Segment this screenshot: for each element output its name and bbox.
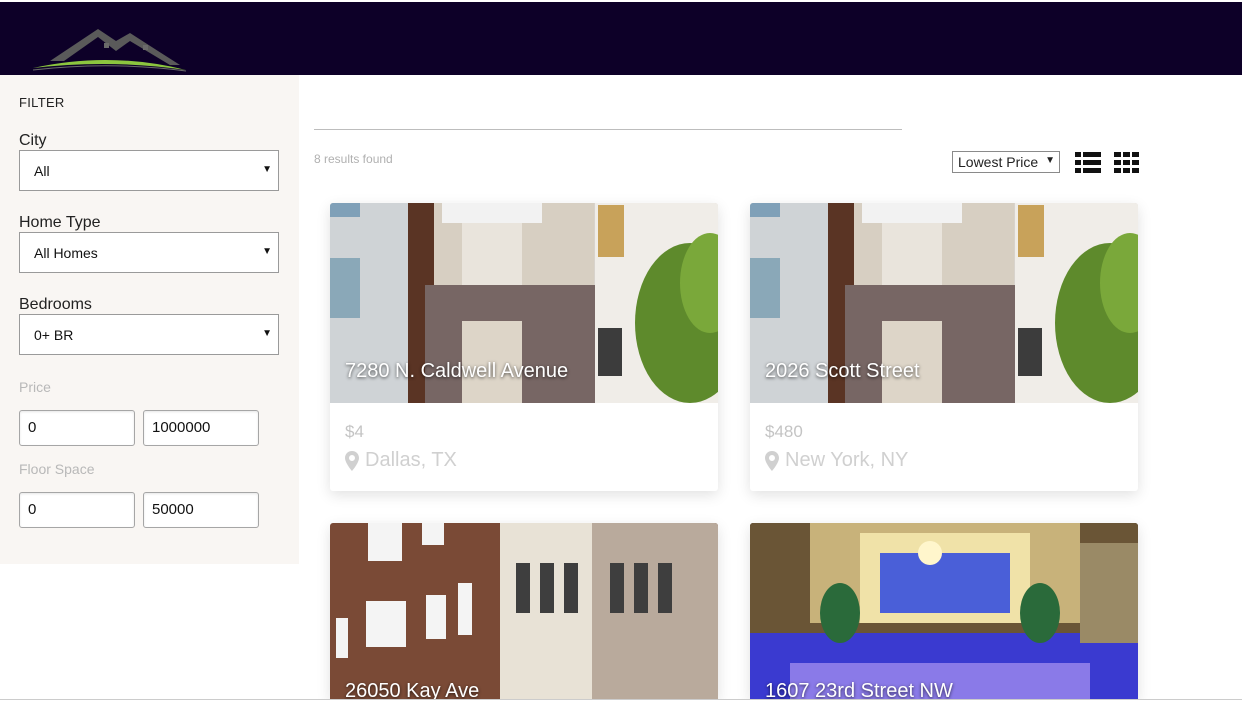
bedrooms-select-value: 0+ BR [34, 327, 74, 343]
floor-space-label: Floor Space [19, 461, 95, 477]
listing-title[interactable]: 2026 Scott Street [765, 360, 920, 383]
price-label: Price [19, 379, 51, 395]
floor-space-min-input[interactable]: 0 [19, 492, 135, 528]
results-count: 8 results found [314, 152, 393, 166]
floor-space-max-input[interactable]: 50000 [143, 492, 259, 528]
listing-location-text: New York, NY [785, 449, 909, 471]
chevron-down-icon: ▼ [1045, 155, 1055, 166]
listing-photo [750, 523, 1138, 699]
listing-card[interactable]: 7280 N. Caldwell Avenue $4 Dallas, TX [330, 203, 718, 491]
listing-price: $4 [345, 422, 364, 441]
home-type-label: Home Type [19, 214, 101, 231]
list-view-icon[interactable] [1075, 152, 1101, 174]
home-type-select-value: All Homes [34, 245, 98, 261]
price-max-input[interactable]: 1000000 [143, 410, 259, 446]
bedrooms-label: Bedrooms [19, 296, 92, 313]
sort-select[interactable]: Lowest Price ▼ [952, 151, 1060, 173]
window-bottom-edge [0, 699, 1242, 703]
listing-card[interactable]: 2026 Scott Street $480 New York, NY [750, 203, 1138, 491]
listing-location: Dallas, TX [345, 449, 457, 472]
map-pin-icon [345, 450, 359, 471]
price-min-input[interactable]: 0 [19, 410, 135, 446]
grid-view-icon[interactable] [1114, 152, 1140, 174]
city-select[interactable]: All ▼ [19, 150, 279, 191]
listing-title[interactable]: 7280 N. Caldwell Avenue [345, 360, 568, 383]
listing-card[interactable]: 1607 23rd Street NW [750, 523, 1138, 699]
city-select-value: All [34, 163, 50, 179]
top-navbar [0, 2, 1242, 75]
home-type-select[interactable]: All Homes ▼ [19, 232, 279, 273]
chevron-down-icon: ▼ [262, 164, 272, 175]
search-divider [314, 129, 902, 130]
filter-sidebar: FILTER City All ▼ Home Type All Homes ▼ … [0, 75, 299, 564]
bedrooms-select[interactable]: 0+ BR ▼ [19, 314, 279, 355]
listing-card[interactable]: 26050 Kay Ave [330, 523, 718, 699]
sort-select-value: Lowest Price [958, 154, 1039, 170]
listing-title[interactable]: 26050 Kay Ave [345, 680, 479, 699]
map-pin-icon [765, 450, 779, 471]
chevron-down-icon: ▼ [262, 328, 272, 339]
listing-location: New York, NY [765, 449, 908, 472]
filter-title: FILTER [19, 95, 65, 110]
city-label: City [19, 132, 47, 149]
listing-location-text: Dallas, TX [365, 449, 457, 471]
listing-price: $480 [765, 422, 803, 441]
house-roof-logo-icon[interactable] [30, 23, 190, 73]
listing-photo [330, 523, 718, 699]
listing-title[interactable]: 1607 23rd Street NW [765, 680, 953, 699]
chevron-down-icon: ▼ [262, 246, 272, 257]
